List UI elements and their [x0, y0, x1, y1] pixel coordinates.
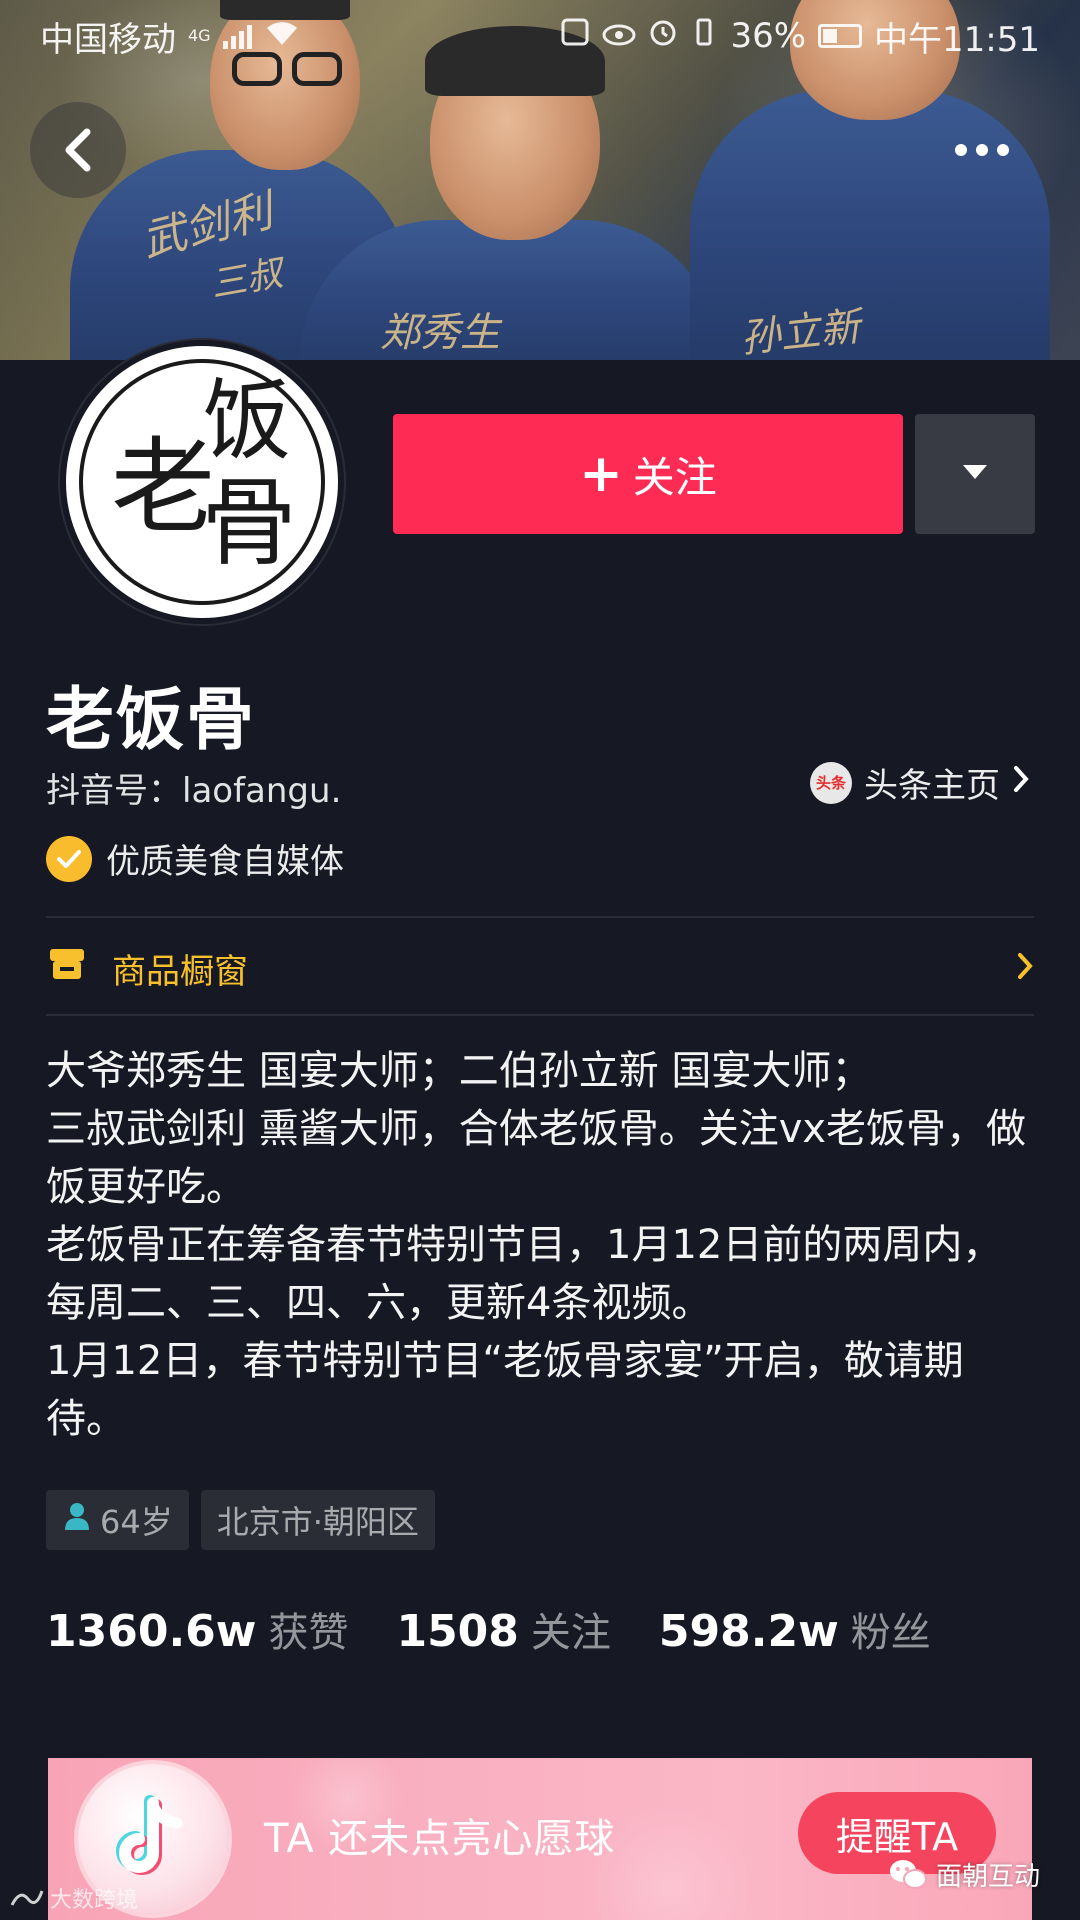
avatar-logo: 老 饭 骨 [79, 359, 325, 605]
battery-icon [818, 24, 863, 48]
toutiao-label: 头条主页 [864, 766, 1000, 806]
wifi-icon [264, 16, 300, 56]
recommend-dropdown-button[interactable] [915, 414, 1035, 534]
bio-line: 大爷郑秀生 国宴大师；二伯孙立新 国宴大师； [46, 1048, 872, 1094]
watermark-left-text: 大数跨境 [50, 1888, 139, 1913]
followers-stat[interactable]: 598.2w 粉丝 [659, 1600, 931, 1658]
following-count: 1508 [396, 1606, 519, 1657]
battery-percent: 36% [730, 16, 807, 56]
followers-count: 598.2w [658, 1606, 839, 1657]
clock: 中午11:51 [874, 19, 1040, 60]
age-tag: 64岁 [46, 1490, 189, 1550]
shop-label: 商品橱窗 [112, 951, 248, 992]
divider-bottom [46, 1014, 1034, 1016]
status-bar: 中国移动 4G 36% 中午11:51 [0, 0, 1080, 72]
profile-bio: 大爷郑秀生 国宴大师；二伯孙立新 国宴大师； 三叔武剑利 熏酱大师，合体老饭骨。… [46, 1042, 1036, 1448]
wish-ball-banner: TA 还未点亮心愿球 提醒TA [48, 1758, 1032, 1920]
more-dots-icon [954, 143, 1010, 157]
more-button[interactable] [934, 102, 1030, 198]
caret-down-icon [961, 463, 989, 485]
follow-button[interactable]: + 关注 [393, 414, 903, 534]
watermark-logo-icon [10, 1890, 44, 1906]
signature-4: 孙立新 [738, 303, 863, 360]
chevron-right-icon [1012, 763, 1030, 803]
profile-name: 老饭骨 [46, 681, 257, 760]
alarm-icon [648, 16, 678, 56]
age-label: 64岁 [100, 1503, 173, 1541]
profile-tags: 64岁 北京市·朝阳区 [46, 1490, 435, 1550]
verified-label: 优质美食自媒体 [106, 842, 344, 882]
follow-label: 关注 [632, 452, 717, 502]
avatar[interactable]: 老 饭 骨 [60, 340, 344, 624]
following-stat[interactable]: 1508 关注 [396, 1600, 610, 1658]
carrier-label: 中国移动 [40, 19, 176, 60]
toutiao-logo-icon: 头条 [810, 761, 852, 804]
bio-line: 老饭骨正在筹备春节特别节目，1月12日前的两周内，每周二、三、四、六，更新4条视… [46, 1222, 1003, 1326]
avatar-logo-char-3: 骨 [201, 467, 297, 579]
plus-icon: + [579, 444, 623, 504]
network-label: 4G [188, 25, 211, 45]
location-label: 北京市·朝阳区 [216, 1503, 419, 1541]
profile-stats: 1360.6w 获赞 1508 关注 598.2w 粉丝 [46, 1600, 931, 1658]
likes-label: 获赞 [268, 1610, 349, 1656]
douyin-id: 抖音号：laofangu. [46, 771, 342, 811]
toutiao-logo-text: 头条 [815, 774, 846, 792]
chevron-right-icon [1016, 951, 1034, 985]
watermark-right-text: 面朝互动 [936, 1862, 1041, 1892]
likes-stat: 1360.6w 获赞 [46, 1600, 348, 1658]
followers-label: 粉丝 [850, 1610, 931, 1656]
header-cover-photo: 武剑利 三叔 郑秀生 孙立新 中国移动 4G 36% 中午11:51 [0, 0, 1080, 360]
watermark-left: 大数跨境 [10, 1882, 138, 1914]
wish-text: TA 还未点亮心愿球 [264, 1816, 616, 1862]
bio-line: 三叔武剑利 熏酱大师，合体老饭骨。关注vx老饭骨，做饭更好吃。 [46, 1106, 1027, 1210]
following-label: 关注 [530, 1610, 611, 1656]
shop-icon [46, 943, 88, 994]
vibrate-icon [690, 16, 718, 56]
nfc-icon [560, 16, 590, 56]
avatar-logo-char-1: 老 [111, 426, 216, 548]
back-button[interactable] [30, 102, 126, 198]
verified-check-icon [46, 835, 92, 882]
bio-line: 1月12日，春节特别节目“老饭骨家宴”开启，敬请期待。 [46, 1338, 964, 1442]
toutiao-homepage-link[interactable]: 头条 头条主页 [810, 758, 1030, 807]
watermark-right: 面朝互动 [888, 1856, 1040, 1893]
person-icon [62, 1501, 92, 1539]
tiktok-note-icon [116, 1795, 183, 1875]
shop-window-link[interactable]: 商品橱窗 [46, 918, 1034, 1018]
signature-3: 郑秀生 [380, 310, 500, 356]
avatar-logo-char-2: 饭 [203, 369, 292, 472]
back-arrow-icon [61, 126, 95, 174]
eye-icon [602, 16, 636, 56]
verified-badge: 优质美食自媒体 [46, 834, 344, 883]
signal-icon [222, 23, 252, 49]
location-tag: 北京市·朝阳区 [200, 1490, 435, 1550]
wechat-icon [890, 1859, 927, 1889]
likes-count: 1360.6w [46, 1606, 257, 1657]
